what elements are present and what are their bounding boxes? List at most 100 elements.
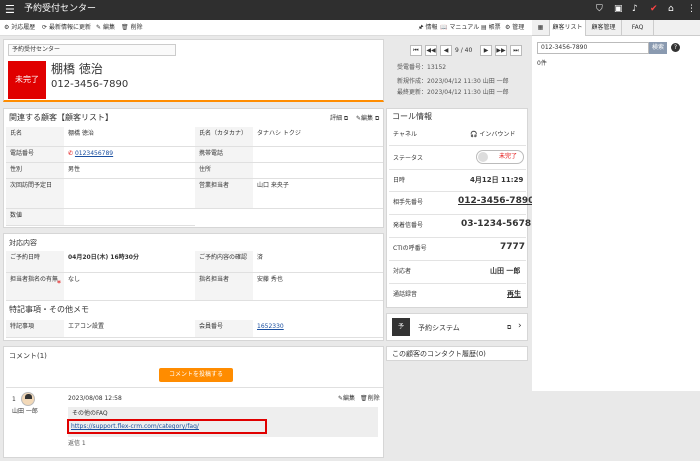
result-count: 0件 <box>537 60 547 67</box>
label-address: 住所 <box>195 163 253 179</box>
faq-link[interactable]: https://support.flex-crm.com/category/fa… <box>71 423 199 431</box>
right-pane: 012-3456-7890 検索 ? 0件 <box>532 36 700 391</box>
info-button[interactable]: 🖈 情報 <box>418 24 437 32</box>
admin-button[interactable]: ⚙ 管理 <box>505 24 524 32</box>
window-icon[interactable]: ▣ <box>614 4 623 15</box>
value-reserve-date: 04月20日(木) 16時30分 <box>64 251 195 273</box>
member-no-link[interactable]: 1652330 <box>257 323 284 330</box>
divider <box>6 387 383 388</box>
phone-link[interactable]: 0123456789 <box>75 150 113 157</box>
tab-faq[interactable]: FAQ <box>622 20 654 36</box>
customer-heading: 関連する顧客【顧客リスト】 <box>9 113 113 122</box>
value-member-no: 1652330 <box>253 320 383 338</box>
label-number: 数値 <box>6 209 64 226</box>
search-input[interactable]: 012-3456-7890 <box>537 42 649 54</box>
reservation-system-link[interactable]: 予 予約システム ⧉ › <box>386 313 528 341</box>
tab-customer-list[interactable]: 顧客リスト <box>550 20 586 36</box>
status-badge: 未完了 <box>8 61 46 99</box>
next-button[interactable]: ▶ <box>480 45 492 56</box>
delete-button[interactable]: 🗑 削除 <box>121 24 143 32</box>
avatar <box>21 392 35 406</box>
menu-icon[interactable]: ☰ <box>5 4 15 15</box>
cti-label: CTIの呼番号 <box>393 245 427 252</box>
app-header: ☰ 予約受付センター ⛉ ▣ ♪ ✔ ⌂ ⋮ <box>0 0 700 20</box>
value-number <box>64 209 195 226</box>
status-label: ステータス <box>393 155 424 162</box>
value-gender: 男性 <box>64 163 195 179</box>
manual-button[interactable]: 📖 マニュアル <box>440 24 479 32</box>
label-nominee: 指名担当者 <box>195 273 253 301</box>
link-highlight: https://support.flex-crm.com/category/fa… <box>67 419 267 434</box>
comment-author: 山田 一郎 <box>12 408 38 415</box>
status-toggle-label: 未完了 <box>499 153 518 160</box>
headset-icon: 🎧 <box>470 131 478 138</box>
value-note: エアコン設置 <box>64 320 195 338</box>
row-divider <box>389 237 526 238</box>
prev-button[interactable]: ◀ <box>440 45 452 56</box>
help-icon[interactable]: ? <box>671 43 680 52</box>
reception-number-text: 受電番号：13152 <box>397 64 447 71</box>
grid-icon[interactable]: ▦ <box>532 20 550 36</box>
recording-play-link[interactable]: 再生 <box>507 290 521 298</box>
more-icon[interactable]: ⋮ <box>687 4 696 15</box>
system-label: 予約システム <box>418 324 460 332</box>
remote-number-value[interactable]: 012-3456-7890 <box>458 197 534 206</box>
value-kana: タナハシ トクジ <box>253 127 383 147</box>
value-reserve-confirm: 済 <box>253 251 383 273</box>
edit-button[interactable]: ✎ 編集 <box>96 24 115 32</box>
comment-number: 1 <box>12 396 16 403</box>
handler-value: 山田 一郎 <box>490 267 521 275</box>
post-comment-button[interactable]: コメントを投稿する <box>159 368 233 382</box>
call-phone-icon[interactable]: ✆ <box>68 150 73 157</box>
label-gender: 性別 <box>6 163 64 179</box>
home-icon[interactable]: ⌂ <box>668 4 674 15</box>
next-fast-button[interactable]: ▶▶ <box>495 45 507 56</box>
memo-heading: 特記事項・その他メモ <box>9 305 89 314</box>
channel-label: チャネル <box>393 131 417 138</box>
comment-delete-button[interactable]: 🗑削除 <box>360 395 380 403</box>
row-divider <box>389 260 526 261</box>
bell-icon[interactable]: ♪ <box>632 4 638 15</box>
comments-heading: コメント(1) <box>9 352 47 360</box>
breadcrumb[interactable]: 予約受付センター <box>8 44 176 56</box>
contact-history-panel[interactable]: この顧客のコンタクト履歴(0) <box>386 346 528 361</box>
label-next-visit: 次回訪問予定日 <box>6 179 64 209</box>
customer-name: 棚橋 徳治 <box>51 62 103 76</box>
last-page-button[interactable]: ⏭ <box>510 45 522 56</box>
shield-icon[interactable]: ⛉ <box>596 4 603 15</box>
datetime-value: 4月12日 11:29 <box>470 176 524 184</box>
label-note: 特記事項 <box>6 320 64 338</box>
reply-count[interactable]: 返信 1 <box>68 440 86 448</box>
report-button[interactable]: ▤ 帳票 <box>481 24 501 32</box>
label-sales-rep: 営業担当者 <box>195 179 253 209</box>
updated-text: 最終更新：2023/04/12 11:30 山田 一郎 <box>397 89 509 96</box>
search-button[interactable]: 検索 <box>649 42 667 54</box>
caller-number-label: 発着信番号 <box>393 222 424 229</box>
app-title: 予約受付センター <box>24 4 97 14</box>
chevron-right-icon: › <box>518 321 522 331</box>
row-divider <box>389 214 526 215</box>
caller-number-value: 03-1234-5678 <box>461 219 532 229</box>
datetime-label: 日時 <box>393 177 406 184</box>
call-heading: コール情報 <box>392 112 432 121</box>
customer-phone: 012-3456-7890 <box>51 79 129 90</box>
check-icon[interactable]: ✔ <box>650 4 658 15</box>
label-nominate: 担当者指名の有無 <box>6 273 64 301</box>
history-button[interactable]: ⚙ 対応履歴 <box>4 24 35 32</box>
first-page-button[interactable]: ⏮ <box>410 45 422 56</box>
row-divider <box>389 145 526 146</box>
comment-date: 2023/08/08 12:58 <box>68 395 122 402</box>
value-next-visit <box>64 179 195 209</box>
customer-edit-link[interactable]: ✎編集 ⧉ <box>356 115 379 123</box>
required-mark: * <box>57 279 61 288</box>
right-tabs: ▦ 顧客リスト 顧客管理 FAQ <box>532 20 700 36</box>
refresh-button[interactable]: ⟳ 最新情報に更新 <box>42 24 91 32</box>
value-address <box>253 163 383 179</box>
detail-link[interactable]: 評細 ⧉ <box>330 115 348 123</box>
prev-fast-button[interactable]: ◀◀ <box>425 45 437 56</box>
comment-edit-button[interactable]: ✎編集 <box>338 395 355 403</box>
tab-customer-management[interactable]: 顧客管理 <box>586 20 622 36</box>
status-toggle[interactable]: 未完了 <box>476 150 524 164</box>
value-sales-rep: 山口 来央子 <box>253 179 383 209</box>
cti-value: 7777 <box>500 242 526 252</box>
